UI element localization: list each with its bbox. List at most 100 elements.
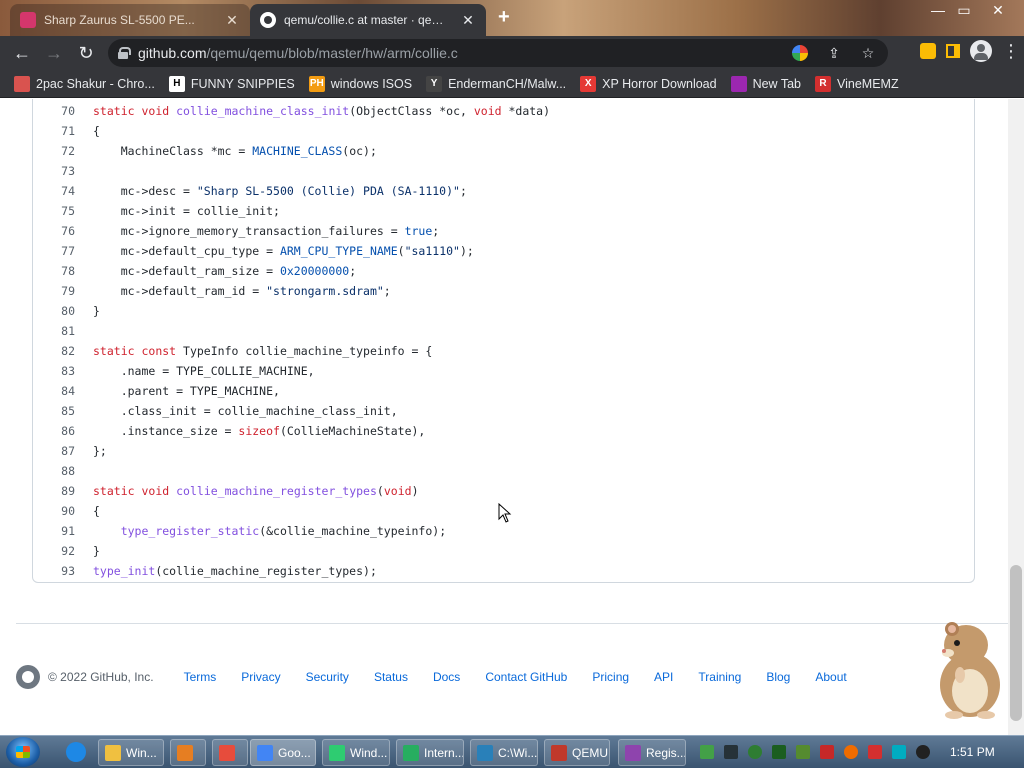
address-bar[interactable]: github.com/qemu/qemu/blob/master/hw/arm/… bbox=[108, 39, 888, 67]
forward-button[interactable]: → bbox=[38, 37, 70, 69]
tray-app-icon[interactable] bbox=[820, 745, 834, 759]
footer-link-privacy[interactable]: Privacy bbox=[241, 670, 280, 684]
film-icon bbox=[20, 12, 36, 28]
tray-flag-icon[interactable] bbox=[868, 745, 882, 759]
taskbar-item[interactable]: Intern... bbox=[396, 739, 464, 766]
taskbar-item-label: Win... bbox=[126, 745, 157, 760]
close-icon[interactable]: ✕ bbox=[460, 12, 476, 29]
line-number[interactable]: 89 bbox=[33, 481, 75, 501]
line-number[interactable]: 76 bbox=[33, 221, 75, 241]
scrollbar-thumb[interactable] bbox=[1010, 565, 1022, 721]
line-number[interactable]: 91 bbox=[33, 521, 75, 541]
line-number[interactable]: 87 bbox=[33, 441, 75, 461]
minimize-button[interactable]: — bbox=[926, 2, 950, 18]
bookmark-item[interactable]: PH windows ISOS bbox=[308, 75, 412, 92]
tray-app-icon[interactable] bbox=[724, 745, 738, 759]
side-panel-icon[interactable] bbox=[946, 44, 960, 58]
taskbar-item[interactable]: Wind... bbox=[322, 739, 390, 766]
reload-button[interactable]: ↻ bbox=[70, 37, 102, 69]
profile-avatar-icon[interactable] bbox=[970, 40, 992, 62]
bookmark-item[interactable]: R VineMEMZ bbox=[815, 75, 899, 92]
github-logo-icon[interactable] bbox=[16, 665, 40, 689]
back-button[interactable]: ← bbox=[6, 37, 38, 69]
code-line: 78 mc->default_ram_size = 0x20000000; bbox=[33, 261, 974, 281]
line-number[interactable]: 82 bbox=[33, 341, 75, 361]
tray-app-icon[interactable] bbox=[772, 745, 786, 759]
code-text: mc->desc = "Sharp SL-5500 (Collie) PDA (… bbox=[93, 184, 467, 198]
line-number[interactable]: 90 bbox=[33, 501, 75, 521]
new-tab-button[interactable]: + bbox=[498, 6, 510, 29]
google-lens-icon[interactable] bbox=[790, 43, 810, 63]
code-text: .name = TYPE_COLLIE_MACHINE, bbox=[93, 364, 315, 378]
footer-link-terms[interactable]: Terms bbox=[184, 670, 217, 684]
bookmark-item[interactable]: H FUNNY SNIPPIES bbox=[168, 75, 295, 92]
start-button[interactable] bbox=[6, 737, 40, 767]
maximize-button[interactable]: ▭ bbox=[952, 2, 976, 19]
tray-display-icon[interactable] bbox=[892, 745, 906, 759]
line-number[interactable]: 80 bbox=[33, 301, 75, 321]
share-icon[interactable]: ⇪ bbox=[824, 43, 844, 63]
line-number[interactable]: 79 bbox=[33, 281, 75, 301]
footer-link-about[interactable]: About bbox=[815, 670, 846, 684]
footer-link-security[interactable]: Security bbox=[306, 670, 349, 684]
line-number[interactable]: 75 bbox=[33, 201, 75, 221]
desktop-pet-hamster[interactable] bbox=[926, 613, 1008, 721]
line-number[interactable]: 73 bbox=[33, 161, 75, 181]
taskbar-item-label: Intern... bbox=[424, 745, 464, 760]
taskbar-item[interactable]: C:\Wi... bbox=[470, 739, 538, 766]
page-scrollbar[interactable] bbox=[1008, 99, 1024, 735]
line-number[interactable]: 84 bbox=[33, 381, 75, 401]
line-number[interactable]: 85 bbox=[33, 401, 75, 421]
code-text: static void collie_machine_register_type… bbox=[93, 484, 419, 498]
bookmark-item[interactable]: New Tab bbox=[730, 75, 801, 92]
line-number[interactable]: 71 bbox=[33, 121, 75, 141]
tray-network-icon[interactable] bbox=[748, 745, 762, 759]
footer-link-contact-github[interactable]: Contact GitHub bbox=[485, 670, 567, 684]
yt-icon: Y bbox=[426, 75, 443, 92]
tray-app-icon[interactable] bbox=[796, 745, 810, 759]
bookmark-item[interactable]: 2pac Shakur - Chro... bbox=[14, 75, 155, 92]
menu-kebab-icon[interactable]: ⋮ bbox=[1002, 41, 1020, 62]
line-number[interactable]: 86 bbox=[33, 421, 75, 441]
taskbar-item[interactable] bbox=[212, 739, 248, 766]
bookmark-item[interactable]: Y EndermanCH/Malw... bbox=[426, 75, 566, 92]
line-number[interactable]: 77 bbox=[33, 241, 75, 261]
tray-app-icon[interactable] bbox=[700, 745, 714, 759]
footer-link-training[interactable]: Training bbox=[698, 670, 741, 684]
line-number[interactable]: 81 bbox=[33, 321, 75, 341]
code-text: MachineClass *mc = MACHINE_CLASS(oc); bbox=[93, 144, 377, 158]
taskbar-item[interactable]: Regis... bbox=[618, 739, 686, 766]
close-window-button[interactable]: ✕ bbox=[986, 2, 1010, 19]
tray-volume-icon[interactable] bbox=[916, 745, 930, 759]
close-icon[interactable]: ✕ bbox=[224, 12, 240, 29]
taskbar-item[interactable]: QEMU bbox=[544, 739, 610, 766]
footer-link-status[interactable]: Status bbox=[374, 670, 408, 684]
bookmark-item[interactable]: X XP Horror Download bbox=[580, 75, 717, 92]
line-number[interactable]: 88 bbox=[33, 461, 75, 481]
url-path: /qemu/qemu/blob/master/hw/arm/collie.c bbox=[206, 45, 458, 61]
taskbar-item[interactable] bbox=[170, 739, 206, 766]
internet-explorer-icon[interactable] bbox=[66, 742, 86, 762]
line-number[interactable]: 92 bbox=[33, 541, 75, 561]
tab-strip: Sharp Zaurus SL-5500 PE... ✕ qemu/collie… bbox=[0, 0, 1024, 36]
footer-link-blog[interactable]: Blog bbox=[766, 670, 790, 684]
footer-link-pricing[interactable]: Pricing bbox=[592, 670, 629, 684]
line-number[interactable]: 83 bbox=[33, 361, 75, 381]
tray-search-icon[interactable] bbox=[844, 745, 858, 759]
taskbar-item[interactable]: Win... bbox=[98, 739, 164, 766]
line-number[interactable]: 72 bbox=[33, 141, 75, 161]
line-number[interactable]: 93 bbox=[33, 561, 75, 581]
line-number[interactable]: 78 bbox=[33, 261, 75, 281]
taskbar-clock[interactable]: 1:51 PM bbox=[950, 745, 995, 759]
footer-link-docs[interactable]: Docs bbox=[433, 670, 460, 684]
taskbar-item[interactable]: Goo... bbox=[250, 739, 316, 766]
line-number[interactable]: 70 bbox=[33, 101, 75, 121]
code-line: 75 mc->init = collie_init; bbox=[33, 201, 974, 221]
registry-icon bbox=[625, 744, 641, 761]
extensions-icon[interactable] bbox=[920, 43, 936, 59]
tab-qemu-collie[interactable]: qemu/collie.c at master · qemu/q ✕ bbox=[250, 4, 486, 36]
star-bookmark-icon[interactable]: ☆ bbox=[858, 43, 878, 63]
tab-sharp-zaurus[interactable]: Sharp Zaurus SL-5500 PE... ✕ bbox=[10, 4, 250, 36]
line-number[interactable]: 74 bbox=[33, 181, 75, 201]
footer-link-api[interactable]: API bbox=[654, 670, 673, 684]
